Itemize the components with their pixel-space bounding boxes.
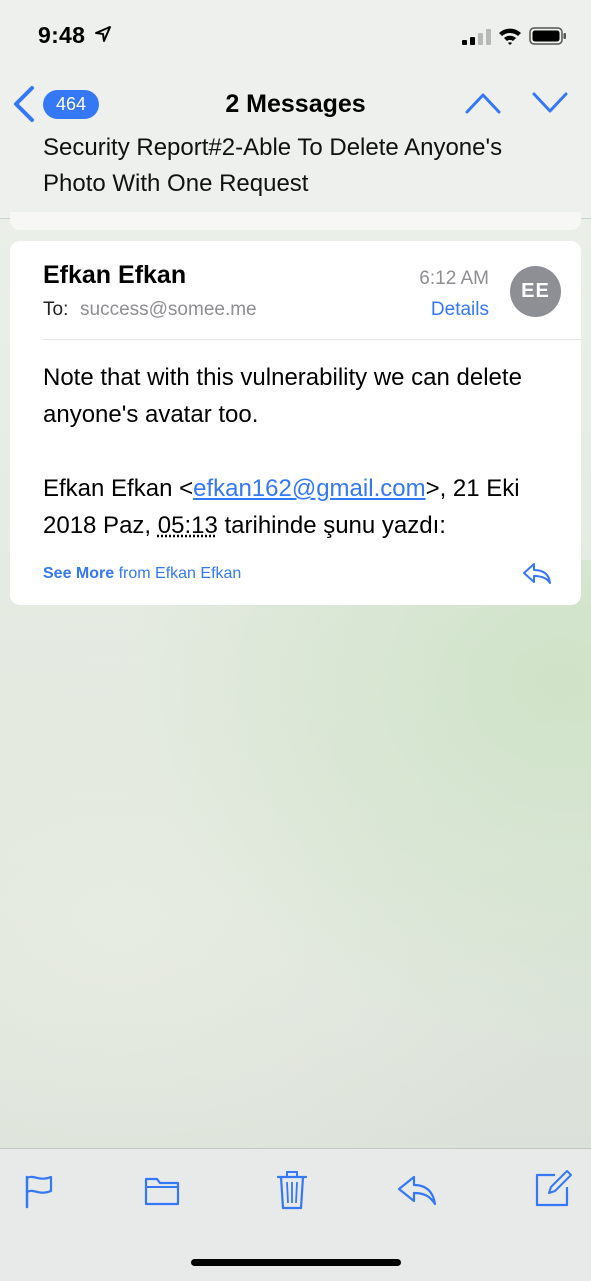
chevron-up-icon[interactable]	[465, 92, 501, 114]
email-link[interactable]: efkan162@gmail.com	[193, 475, 425, 502]
quote-header: Efkan Efkan <efkan162@gmail.com>, 21 Eki…	[43, 470, 563, 544]
status-time: 9:48	[38, 22, 85, 49]
avatar[interactable]: EE	[510, 266, 561, 317]
message-time: 6:12 AM	[419, 268, 489, 290]
see-more-link[interactable]: See More from Efkan Efkan	[43, 565, 241, 583]
compose-icon[interactable]	[533, 1169, 573, 1209]
home-indicator[interactable]	[191, 1259, 401, 1266]
details-link[interactable]: Details	[431, 299, 489, 321]
location-arrow-icon	[94, 25, 112, 43]
body-paragraph: Note that with this vulnerability we can…	[43, 359, 563, 433]
cellular-signal-icon	[462, 29, 492, 45]
reply-icon[interactable]	[522, 561, 552, 585]
thread-title: 2 Messages	[0, 90, 591, 119]
message-body: Note that with this vulnerability we can…	[43, 359, 563, 544]
battery-icon	[529, 27, 567, 45]
message-card[interactable]: Efkan Efkan To: success@somee.me 6:12 AM…	[10, 241, 581, 605]
reply-all-icon[interactable]	[396, 1173, 438, 1207]
previous-message-peek[interactable]	[10, 212, 581, 230]
chevron-down-icon[interactable]	[532, 92, 568, 114]
background-glow	[0, 560, 591, 1160]
sender-name: Efkan Efkan	[43, 261, 186, 290]
wifi-icon	[498, 26, 522, 46]
quote-suffix: tarihinde şunu yazdı:	[218, 512, 446, 539]
header-divider	[43, 339, 581, 340]
quote-prefix: Efkan Efkan <	[43, 475, 193, 502]
trash-icon[interactable]	[276, 1169, 308, 1211]
flag-icon[interactable]	[24, 1173, 54, 1209]
status-bar: 9:48	[0, 0, 591, 70]
message-subject: Security Report#2-Able To Delete Anyone'…	[43, 130, 543, 202]
message-nav-header: 464 2 Messages Security Report#2-Able To…	[0, 70, 591, 219]
see-more-label[interactable]: See More	[43, 565, 114, 582]
quote-time-link[interactable]: 05:13	[158, 512, 218, 539]
to-label: To:	[43, 299, 68, 321]
see-more-from: from Efkan Efkan	[114, 565, 241, 582]
recipient-address[interactable]: success@somee.me	[80, 299, 257, 321]
folder-icon[interactable]	[144, 1173, 180, 1207]
